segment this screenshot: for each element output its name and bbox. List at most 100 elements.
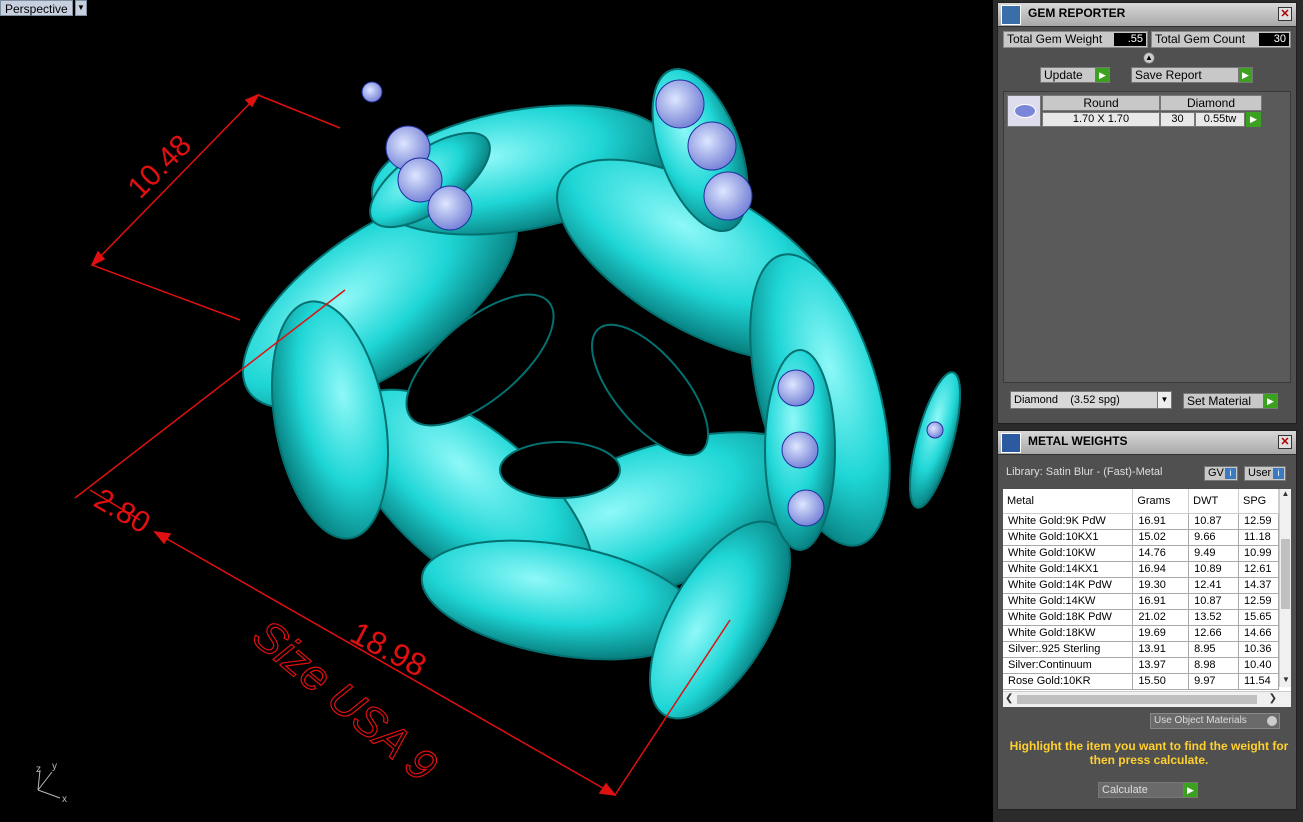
total-gem-count: Total Gem Count 30 bbox=[1151, 31, 1291, 48]
table-row[interactable]: White Gold:14KW 16.91 10.87 12.59 bbox=[1003, 593, 1279, 610]
gem-type-header: Diamond bbox=[1160, 95, 1262, 111]
table-cell: 11.54 bbox=[1238, 673, 1279, 690]
total-gem-weight-label: Total Gem Weight bbox=[1007, 32, 1103, 46]
viewport-menu-button[interactable]: ▼ bbox=[75, 0, 87, 16]
column-header[interactable]: Metal bbox=[1003, 489, 1134, 514]
instruction-text: Highlight the item you want to find the … bbox=[1009, 739, 1289, 767]
library-label: Library: Satin Blur - (Fast)-Metal bbox=[1006, 466, 1163, 478]
scroll-h-thumb[interactable] bbox=[1017, 695, 1257, 704]
table-cell: 13.91 bbox=[1132, 641, 1190, 658]
table-row[interactable]: Rose Gold:10KR 15.50 9.97 11.54 bbox=[1003, 673, 1279, 690]
metal-weights-icon bbox=[1001, 433, 1021, 453]
table-row[interactable]: White Gold:14K PdW 19.30 12.41 14.37 bbox=[1003, 577, 1279, 594]
play-icon: ▶ bbox=[1095, 68, 1109, 82]
table-cell: 10.36 bbox=[1238, 641, 1279, 658]
table-row[interactable]: White Gold:10KX1 15.02 9.66 11.18 bbox=[1003, 529, 1279, 546]
table-row[interactable]: White Gold:9K PdW 16.91 10.87 12.59 bbox=[1003, 513, 1279, 530]
table-cell: 8.95 bbox=[1188, 641, 1239, 658]
scroll-left-icon[interactable]: ❮ bbox=[1005, 693, 1013, 704]
close-icon[interactable]: ✕ bbox=[1278, 435, 1292, 449]
table-cell: 15.50 bbox=[1132, 673, 1190, 690]
dim-top-label: 10.48 bbox=[122, 129, 198, 205]
table-cell: 12.61 bbox=[1238, 561, 1279, 578]
scroll-thumb[interactable] bbox=[1281, 539, 1290, 609]
table-cell: White Gold:10KX1 bbox=[1003, 529, 1134, 546]
table-cell: 9.97 bbox=[1188, 673, 1239, 690]
axis-y-label: y bbox=[52, 761, 57, 772]
gem-reporter-panel: GEM REPORTER ✕ Total Gem Weight .55 Tota… bbox=[997, 2, 1297, 424]
set-material-button[interactable]: Set Material ▶ bbox=[1183, 393, 1278, 409]
table-cell: 16.94 bbox=[1132, 561, 1190, 578]
table-row[interactable]: White Gold:18K PdW 21.02 13.52 15.65 bbox=[1003, 609, 1279, 626]
table-cell: 10.87 bbox=[1188, 593, 1239, 610]
axis-triad: z y x bbox=[36, 761, 67, 805]
scroll-right-icon[interactable]: ❯ bbox=[1269, 693, 1277, 704]
use-object-materials-toggle[interactable]: Use Object Materials bbox=[1150, 713, 1280, 729]
table-cell: White Gold:10KW bbox=[1003, 545, 1134, 562]
expand-handle[interactable]: ▲ bbox=[1143, 52, 1155, 64]
table-cell: 15.65 bbox=[1238, 609, 1279, 626]
table-cell: 14.76 bbox=[1132, 545, 1190, 562]
column-header[interactable]: Grams bbox=[1132, 489, 1190, 514]
table-header-row: Metal Grams DWT SPG bbox=[1003, 489, 1279, 514]
metal-weights-panel: METAL WEIGHTS ✕ Library: Satin Blur - (F… bbox=[997, 430, 1297, 810]
gem-size: 1.70 X 1.70 bbox=[1042, 112, 1160, 127]
table-cell: 14.37 bbox=[1238, 577, 1279, 594]
close-icon[interactable]: ✕ bbox=[1278, 7, 1292, 21]
table-cell: 10.89 bbox=[1188, 561, 1239, 578]
table-cell: White Gold:9K PdW bbox=[1003, 513, 1134, 530]
user-label: User bbox=[1248, 467, 1272, 479]
table-row[interactable]: White Gold:14KX1 16.94 10.89 12.61 bbox=[1003, 561, 1279, 578]
table-cell: 16.91 bbox=[1132, 513, 1190, 530]
vertical-scrollbar[interactable]: ▲ ▼ bbox=[1279, 489, 1291, 687]
total-gem-weight-value: .55 bbox=[1114, 33, 1146, 46]
axis-z-label: z bbox=[36, 764, 41, 775]
3d-viewport[interactable]: 10.48 2.80 18.98 Size USA 9 z y x Perspe… bbox=[0, 0, 993, 822]
material-select[interactable]: Diamond (3.52 spg) ▼ bbox=[1010, 391, 1172, 409]
horizontal-scrollbar[interactable]: ❮ ❯ bbox=[1003, 691, 1291, 707]
set-material-label: Set Material bbox=[1187, 394, 1252, 408]
material-select-value: Diamond (3.52 spg) bbox=[1014, 394, 1120, 406]
gem-reporter-icon bbox=[1001, 5, 1021, 25]
gem-thumbnail[interactable] bbox=[1007, 95, 1041, 127]
update-button[interactable]: Update ▶ bbox=[1040, 67, 1110, 83]
gem-reporter-title: GEM REPORTER bbox=[1028, 6, 1126, 20]
user-toggle[interactable]: User i bbox=[1244, 466, 1286, 481]
axis-x-label: x bbox=[62, 794, 67, 805]
scroll-down-icon[interactable]: ▼ bbox=[1280, 675, 1291, 687]
calculate-button[interactable]: Calculate ▶ bbox=[1098, 782, 1198, 798]
metal-weights-titlebar: METAL WEIGHTS ✕ bbox=[998, 431, 1296, 455]
table-row[interactable]: Silver:.925 Sterling 13.91 8.95 10.36 bbox=[1003, 641, 1279, 658]
scroll-up-icon[interactable]: ▲ bbox=[1280, 489, 1291, 501]
table-cell: 12.66 bbox=[1188, 625, 1239, 642]
gv-label: GV bbox=[1208, 467, 1224, 479]
total-gem-count-label: Total Gem Count bbox=[1155, 32, 1246, 46]
table-cell: 10.87 bbox=[1188, 513, 1239, 530]
ring-model[interactable]: 10.48 2.80 18.98 Size USA 9 z y x bbox=[0, 0, 993, 822]
column-header[interactable]: DWT bbox=[1188, 489, 1239, 514]
gem-count: 30 bbox=[1160, 112, 1195, 127]
update-button-label: Update bbox=[1044, 68, 1083, 82]
column-header[interactable]: SPG bbox=[1238, 489, 1279, 514]
total-gem-count-value: 30 bbox=[1259, 33, 1289, 46]
dim-mid-label: 2.80 bbox=[89, 482, 156, 540]
toggle-icon bbox=[1267, 716, 1277, 726]
table-cell: White Gold:14K PdW bbox=[1003, 577, 1134, 594]
chevron-down-icon: ▼ bbox=[1157, 392, 1171, 408]
gem-shape-header: Round bbox=[1042, 95, 1160, 111]
table-row[interactable]: White Gold:18KW 19.69 12.66 14.66 bbox=[1003, 625, 1279, 642]
gem-reporter-titlebar: GEM REPORTER ✕ bbox=[998, 3, 1296, 27]
gem-row-play-button[interactable]: ▶ bbox=[1246, 112, 1261, 127]
table-row[interactable]: White Gold:10KW 14.76 9.49 10.99 bbox=[1003, 545, 1279, 562]
table-row[interactable]: Silver:Continuum 13.97 8.98 10.40 bbox=[1003, 657, 1279, 674]
save-report-button[interactable]: Save Report ▶ bbox=[1131, 67, 1253, 83]
metal-table-container[interactable]: Metal Grams DWT SPG White Gold:9K PdW 16.… bbox=[1003, 489, 1291, 707]
table-cell: 10.99 bbox=[1238, 545, 1279, 562]
table-cell: 8.98 bbox=[1188, 657, 1239, 674]
chain-links bbox=[241, 67, 962, 720]
gv-toggle[interactable]: GV i bbox=[1204, 466, 1238, 481]
table-cell: 12.59 bbox=[1238, 513, 1279, 530]
viewport-title[interactable]: Perspective bbox=[0, 0, 73, 16]
play-icon: ▶ bbox=[1183, 783, 1197, 797]
play-icon: ▶ bbox=[1263, 394, 1277, 408]
